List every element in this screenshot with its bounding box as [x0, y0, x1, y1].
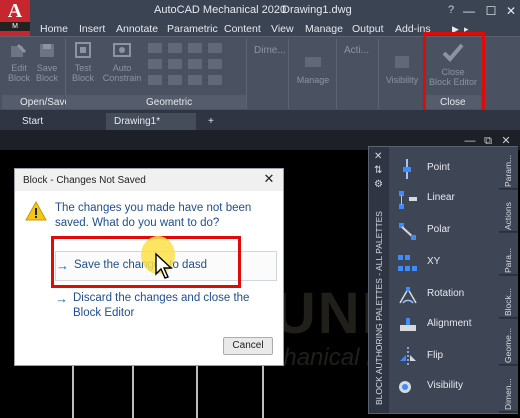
panel-title-open-save[interactable]: Open/Save: [20, 97, 70, 108]
rotation-parameter-icon: [399, 287, 417, 304]
tab-parameters[interactable]: Param...: [499, 147, 518, 189]
visibility-button[interactable]: Visibility: [382, 51, 422, 85]
palette-item-xy[interactable]: XY: [397, 251, 497, 275]
palette-title: BLOCK AUTHORING PALETTES - ALL PALETTES: [374, 211, 384, 405]
tab-manage[interactable]: Manage: [305, 22, 343, 36]
flip-parameter-icon: [400, 347, 416, 367]
geometric-constraints-grid: [148, 43, 244, 91]
save-block-icon: [36, 39, 58, 61]
application-menu-button[interactable]: A M: [0, 0, 30, 36]
block-authoring-palette: ✕ ⇅ ⚙ BLOCK AUTHORING PALETTES - ALL PAL…: [368, 146, 518, 414]
constraint-icon[interactable]: [208, 75, 222, 85]
auto-constrain-icon: [111, 39, 133, 61]
visibility-icon: [391, 51, 413, 73]
app-title: AutoCAD Mechanical 2020: [154, 4, 287, 16]
panel-title-geometric[interactable]: Geometric: [146, 97, 192, 108]
new-tab-button[interactable]: +: [200, 113, 222, 130]
actions-panel[interactable]: Acti...: [344, 45, 369, 56]
palette-close-icon[interactable]: ✕: [374, 151, 382, 162]
palette-item-flip[interactable]: Flip: [397, 345, 497, 369]
manage-button[interactable]: Manage: [294, 51, 332, 85]
minimize-button[interactable]: —: [458, 2, 480, 20]
palette-item-polar[interactable]: Polar: [397, 219, 497, 243]
block-geometry-line: [132, 364, 134, 418]
autocad-window: ? AutoCAD Mechanical 2020 Drawing1.dwg —…: [0, 0, 520, 418]
tab-parametric[interactable]: Parametric: [167, 22, 218, 36]
palette-tab-strip: Param... Actions Para... Block... Geome.…: [499, 147, 518, 413]
tab-annotate[interactable]: Annotate: [116, 22, 158, 36]
close-highlight-box: [423, 32, 485, 114]
constraint-icon[interactable]: [168, 59, 182, 69]
app-logo-sub: M: [0, 22, 30, 31]
constraint-icon[interactable]: [188, 75, 202, 85]
palette-settings-icon[interactable]: ⚙: [374, 179, 383, 190]
tab-insert[interactable]: Insert: [79, 22, 105, 36]
edit-block-button[interactable]: Edit Block: [6, 39, 32, 83]
title-bar: ? AutoCAD Mechanical 2020 Drawing1.dwg —…: [0, 0, 520, 22]
mouse-pointer-icon: [155, 252, 173, 279]
tab-home[interactable]: Home: [40, 22, 68, 36]
palette-item-rotation[interactable]: Rotation: [397, 283, 497, 307]
xy-parameter-icon: [398, 255, 417, 271]
tab-actions[interactable]: Actions: [499, 190, 518, 232]
constraint-icon[interactable]: [208, 59, 222, 69]
tab-geometric[interactable]: Geome...: [499, 319, 518, 365]
tab-start[interactable]: Start: [14, 113, 51, 130]
discard-changes-option[interactable]: → Discard the changes and close the Bloc…: [55, 291, 277, 323]
palette-autohide-icon[interactable]: ⇅: [374, 165, 382, 176]
point-parameter-icon: [403, 159, 411, 179]
cancel-button[interactable]: Cancel: [223, 337, 273, 355]
constraint-icon[interactable]: [148, 43, 162, 53]
panel-separator: [378, 39, 379, 109]
constraint-icon[interactable]: [168, 75, 182, 85]
tab-content[interactable]: Content: [224, 22, 261, 36]
constraint-icon[interactable]: [168, 43, 182, 53]
block-geometry-line: [72, 364, 74, 418]
visibility-parameter-icon: [399, 381, 411, 393]
dialog-title: Block - Changes Not Saved: [23, 175, 146, 186]
warning-icon: [25, 201, 47, 221]
dimension-panel[interactable]: Dime...: [254, 45, 286, 56]
test-block-icon: [72, 39, 94, 61]
palette-title-strip: ✕ ⇅ ⚙ BLOCK AUTHORING PALETTES - ALL PAL…: [369, 147, 389, 413]
tab-output[interactable]: Output: [352, 22, 384, 36]
block-geometry-line: [262, 364, 264, 418]
constraint-icon[interactable]: [188, 43, 202, 53]
panel-separator: [288, 39, 289, 109]
polar-parameter-icon: [399, 223, 416, 240]
palette-item-linear[interactable]: Linear: [397, 187, 497, 211]
document-title: Drawing1.dwg: [282, 4, 352, 16]
tab-block-constraints[interactable]: Block...: [499, 276, 518, 318]
palette-item-alignment[interactable]: Alignment: [397, 313, 497, 337]
constraint-icon[interactable]: [208, 43, 222, 53]
app-logo-icon: A: [7, 0, 23, 22]
maximize-button[interactable]: ☐: [480, 2, 502, 20]
linear-parameter-icon: [399, 191, 417, 209]
close-window-button[interactable]: ✕: [500, 2, 520, 20]
constraint-icon[interactable]: [188, 59, 202, 69]
dialog-message: The changes you made have not been saved…: [55, 202, 252, 229]
block-geometry-line: [196, 364, 198, 418]
help-icon[interactable]: ?: [448, 4, 454, 16]
constraint-icon[interactable]: [148, 75, 162, 85]
panel-separator: [336, 39, 337, 109]
palette-item-visibility[interactable]: Visibility: [397, 375, 497, 399]
tab-view[interactable]: View: [271, 22, 294, 36]
auto-constrain-button[interactable]: Auto Constrain: [100, 39, 144, 83]
test-block-button[interactable]: Test Block: [69, 39, 97, 83]
file-tab-bar: Start Drawing1* +: [0, 110, 520, 130]
panel-separator: [246, 39, 247, 109]
palette-item-point[interactable]: Point: [397, 157, 497, 181]
tab-parameter-sets[interactable]: Para...: [499, 233, 518, 275]
edit-block-icon: [8, 39, 30, 61]
manage-icon: [302, 51, 324, 73]
arrow-right-icon: →: [55, 291, 68, 306]
constraint-icon[interactable]: [148, 59, 162, 69]
tab-dimensional[interactable]: Dimen...: [499, 366, 518, 412]
alignment-parameter-icon: [400, 318, 416, 331]
tab-drawing1[interactable]: Drawing1*: [106, 113, 196, 130]
dialog-close-icon[interactable]: ✕: [261, 171, 277, 187]
save-block-button[interactable]: Save Block: [33, 39, 61, 83]
